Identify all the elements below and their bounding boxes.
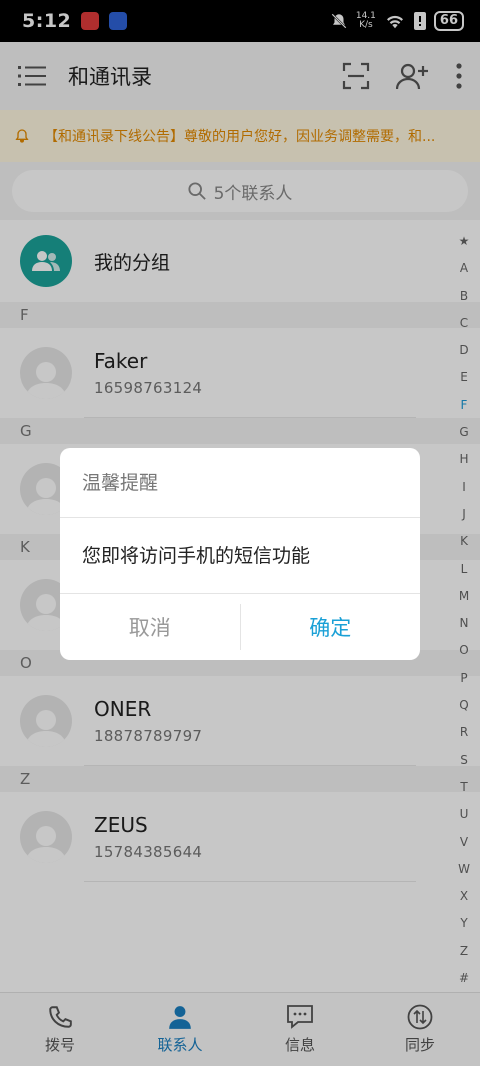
confirm-button[interactable]: 确定 (241, 594, 421, 660)
dialog-buttons: 取消 确定 (60, 594, 420, 660)
cancel-button[interactable]: 取消 (60, 604, 241, 650)
reminder-dialog: 温馨提醒 您即将访问手机的短信功能 取消 确定 (60, 448, 420, 660)
dialog-message: 您即将访问手机的短信功能 (60, 518, 420, 594)
dialog-title: 温馨提醒 (60, 448, 420, 518)
